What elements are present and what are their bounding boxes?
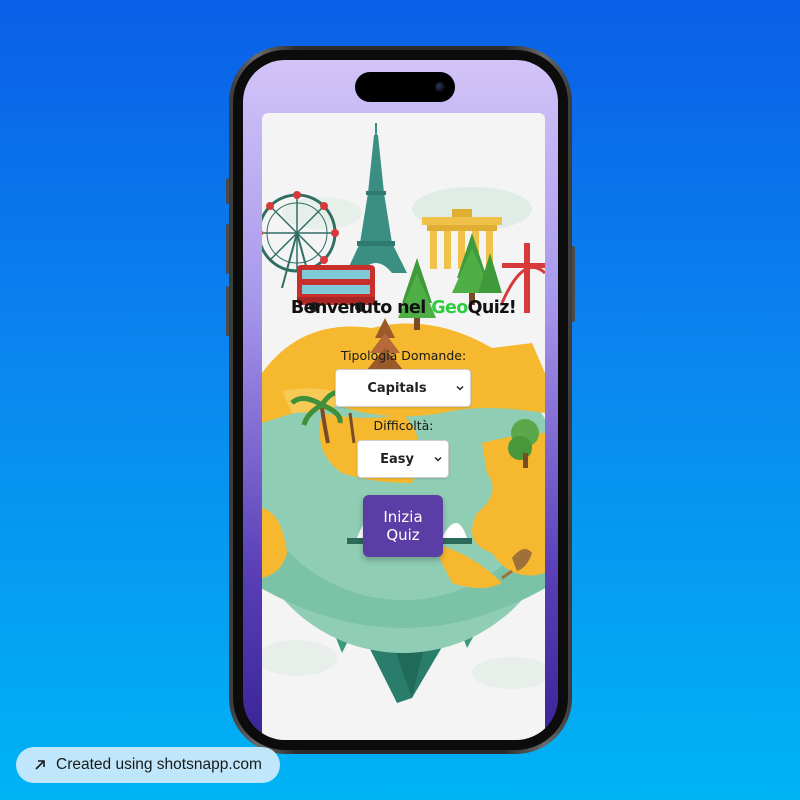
difficulty-value: Easy <box>380 451 414 467</box>
watermark-text: Created using shotsnapp.com <box>56 756 262 773</box>
quiz-form: Benvenuto nel GeoQuiz! Tipologia Domande… <box>262 113 545 740</box>
difficulty-label: Difficoltà: <box>373 418 434 433</box>
question-type-value: Capitals <box>367 380 427 396</box>
quiz-card: Benvenuto nel GeoQuiz! Tipologia Domande… <box>262 113 545 740</box>
phone-volume-down <box>226 286 229 336</box>
title-highlight: Geo <box>431 298 468 318</box>
chevron-down-icon <box>456 385 464 391</box>
difficulty-select[interactable]: Easy <box>357 440 449 478</box>
title-suffix: Quiz! <box>467 298 517 318</box>
question-type-select[interactable]: Capitals <box>335 369 471 407</box>
chevron-down-icon <box>434 456 442 462</box>
start-quiz-line1: Inizia <box>383 508 423 526</box>
dynamic-island <box>355 72 455 102</box>
arrow-up-right-icon <box>35 760 45 770</box>
watermark-badge[interactable]: Created using shotsnapp.com <box>16 747 280 783</box>
start-quiz-button[interactable]: Inizia Quiz <box>363 495 443 557</box>
question-type-label: Tipologia Domande: <box>340 348 467 363</box>
phone-bezel: Benvenuto nel GeoQuiz! Tipologia Domande… <box>233 50 568 750</box>
page-title: Benvenuto nel GeoQuiz! <box>262 298 545 318</box>
title-prefix: Benvenuto nel <box>290 298 432 318</box>
phone-volume-up <box>226 224 229 274</box>
phone-screen: Benvenuto nel GeoQuiz! Tipologia Domande… <box>243 60 558 740</box>
phone-frame: Benvenuto nel GeoQuiz! Tipologia Domande… <box>226 46 575 754</box>
phone-side-button <box>226 178 229 204</box>
camera-icon <box>435 82 445 92</box>
start-quiz-line2: Quiz <box>386 526 420 544</box>
phone-power-button <box>572 246 575 322</box>
